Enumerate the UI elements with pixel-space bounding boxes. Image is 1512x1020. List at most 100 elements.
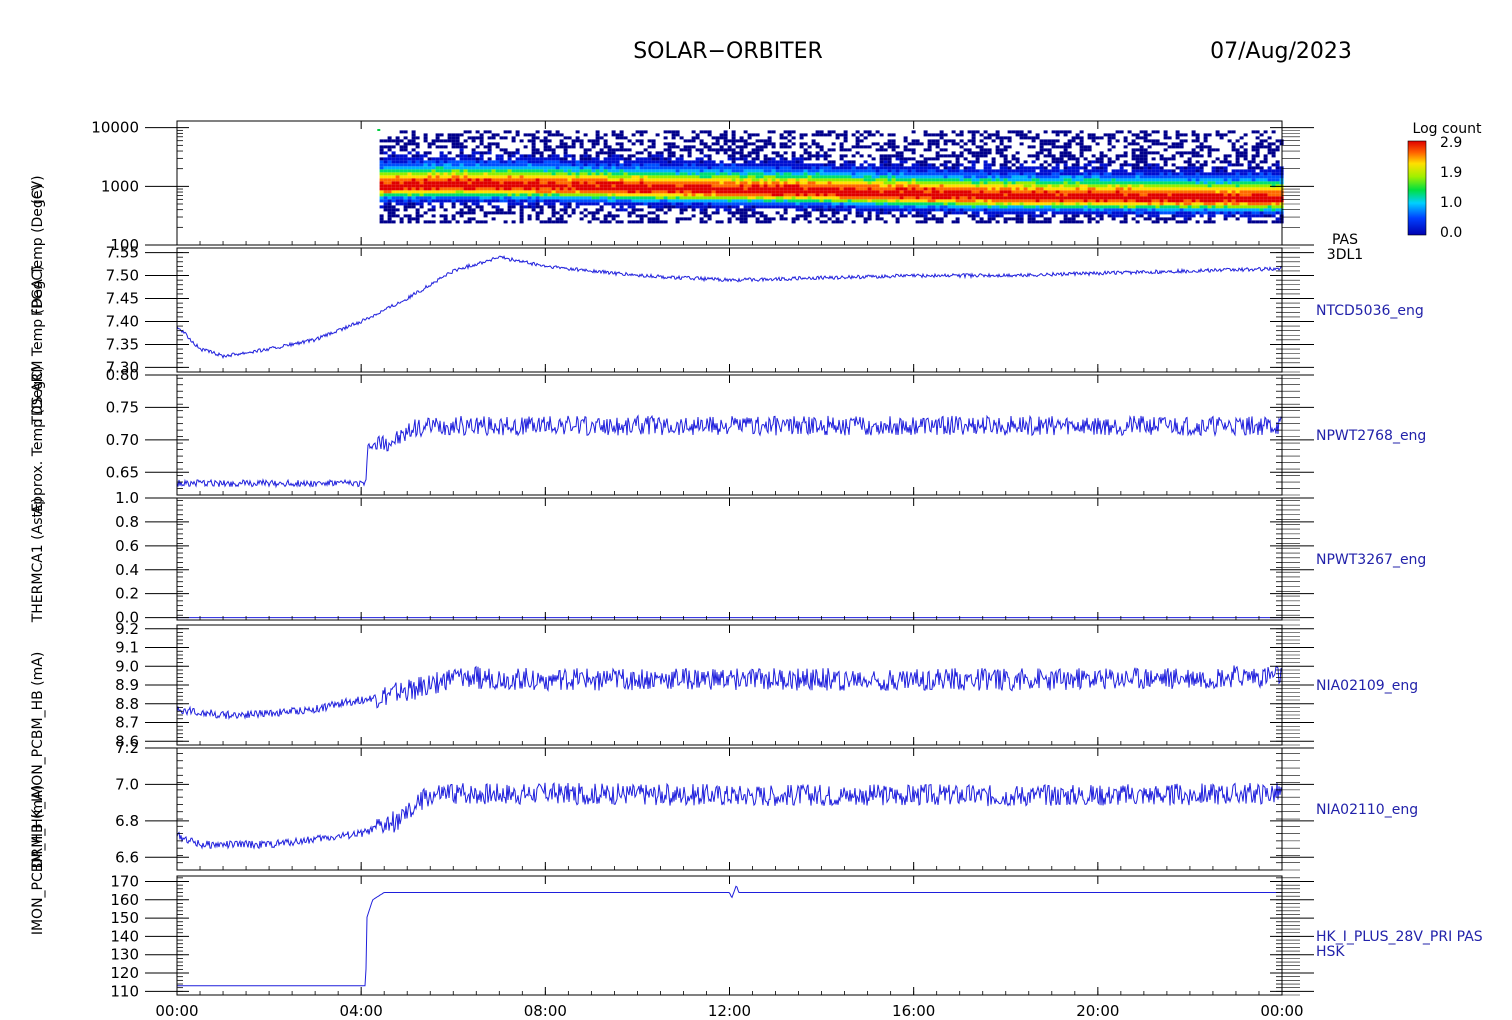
heatmap-cell xyxy=(1223,154,1228,158)
heatmap-cell xyxy=(883,163,888,167)
heatmap-cell xyxy=(1099,175,1104,179)
heatmap-cell xyxy=(675,205,680,209)
heatmap-cell xyxy=(531,172,536,176)
heatmap-cell xyxy=(931,217,936,221)
heatmap-cell xyxy=(403,187,408,191)
heatmap-cell xyxy=(399,202,404,206)
heatmap-cell xyxy=(795,175,800,179)
heatmap-cell xyxy=(551,193,556,197)
heatmap-cell xyxy=(675,199,680,203)
heatmap-cell xyxy=(999,139,1004,143)
heatmap-cell xyxy=(659,178,664,182)
heatmap-cell xyxy=(1007,145,1012,149)
heatmap-cell xyxy=(395,163,400,167)
heatmap-cell xyxy=(1163,142,1168,146)
heatmap-cell xyxy=(779,172,784,176)
heatmap-cell xyxy=(947,202,952,206)
heatmap-cell xyxy=(1067,208,1072,212)
heatmap-cell xyxy=(955,160,960,164)
heatmap-cell xyxy=(659,160,664,164)
heatmap-cell xyxy=(747,205,752,209)
heatmap-cell xyxy=(711,205,716,209)
heatmap-cell xyxy=(595,139,600,143)
heatmap-cell xyxy=(855,208,860,212)
heatmap-cell xyxy=(431,142,436,146)
heatmap-cell xyxy=(803,157,808,161)
heatmap-cell xyxy=(579,202,584,206)
heatmap-cell xyxy=(887,178,892,182)
heatmap-cell xyxy=(875,199,880,203)
heatmap-cell xyxy=(703,193,708,197)
heatmap-cell xyxy=(1143,184,1148,188)
heatmap-cell xyxy=(1199,181,1204,185)
heatmap-cell xyxy=(1163,193,1168,197)
heatmap-cell xyxy=(407,217,412,221)
heatmap-cell xyxy=(1071,199,1076,203)
heatmap-cell xyxy=(1039,169,1044,173)
heatmap-cell xyxy=(1043,169,1048,173)
heatmap-cell xyxy=(691,175,696,179)
heatmap-cell xyxy=(563,178,568,182)
heatmap-cell xyxy=(491,205,496,209)
heatmap-cell xyxy=(775,160,780,164)
heatmap-cell xyxy=(1035,172,1040,176)
heatmap-cell xyxy=(467,199,472,203)
heatmap-cell xyxy=(935,139,940,143)
heatmap-cell xyxy=(411,172,416,176)
heatmap-cell xyxy=(883,220,888,224)
heatmap-cell xyxy=(1243,184,1248,188)
heatmap-cell xyxy=(935,133,940,137)
heatmap-cell xyxy=(1087,145,1092,149)
heatmap-cell xyxy=(1115,199,1120,203)
heatmap-cell xyxy=(1019,181,1024,185)
heatmap-cell xyxy=(731,151,736,155)
heatmap-cell xyxy=(1091,181,1096,185)
heatmap-cell xyxy=(679,166,684,170)
heatmap-cell xyxy=(999,211,1004,215)
heatmap-cell xyxy=(875,184,880,188)
heatmap-cell xyxy=(671,190,676,194)
heatmap-cell xyxy=(619,178,624,182)
heatmap-cell xyxy=(1219,184,1224,188)
heatmap-cell xyxy=(883,190,888,194)
heatmap-cell xyxy=(423,139,428,143)
heatmap-cell xyxy=(1079,130,1084,134)
heatmap-cell xyxy=(923,175,928,179)
heatmap-cell xyxy=(503,136,508,140)
heatmap-cell xyxy=(1087,184,1092,188)
heatmap-cell xyxy=(587,211,592,215)
heatmap-cell xyxy=(1191,202,1196,206)
heatmap-cell xyxy=(567,187,572,191)
heatmap-cell xyxy=(643,190,648,194)
heatmap-cell xyxy=(1211,220,1216,224)
heatmap-cell xyxy=(1035,193,1040,197)
heatmap-cell xyxy=(591,175,596,179)
heatmap-cell xyxy=(555,217,560,221)
heatmap-cell xyxy=(943,214,948,218)
heatmap-cell xyxy=(1179,175,1184,179)
heatmap-cell xyxy=(495,178,500,182)
heatmap-cell xyxy=(1235,217,1240,221)
heatmap-cell xyxy=(959,178,964,182)
heatmap-cell xyxy=(663,157,668,161)
heatmap-cell xyxy=(671,136,676,140)
heatmap-cell xyxy=(707,160,712,164)
heatmap-cell xyxy=(623,172,628,176)
heatmap-cell xyxy=(547,130,552,134)
heatmap-cell xyxy=(867,187,872,191)
heatmap-cell xyxy=(1131,196,1136,200)
heatmap-cell xyxy=(951,193,956,197)
heatmap-cell xyxy=(923,178,928,182)
heatmap-cell xyxy=(667,145,672,149)
heatmap-cell xyxy=(1223,214,1228,218)
heatmap-cell xyxy=(1083,187,1088,191)
heatmap-cell xyxy=(1079,178,1084,182)
heatmap-cell xyxy=(1051,157,1056,161)
heatmap-cell xyxy=(1207,217,1212,221)
heatmap-cell xyxy=(1175,166,1180,170)
heatmap-cell xyxy=(663,148,668,152)
heatmap-cell xyxy=(563,199,568,203)
heatmap-cell xyxy=(615,163,620,167)
heatmap-cell xyxy=(679,160,684,164)
heatmap-cell xyxy=(895,163,900,167)
